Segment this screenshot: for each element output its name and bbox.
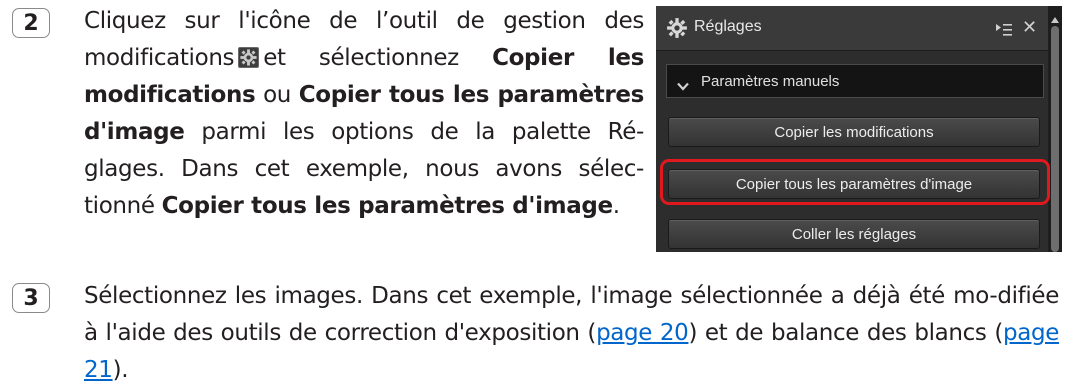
settings-dropdown[interactable]: Paramètres manuels bbox=[666, 64, 1044, 98]
panel-menu-icon[interactable] bbox=[996, 21, 1012, 40]
step-2-badge: 2 bbox=[12, 8, 50, 38]
copy-modifications-button[interactable]: Copier les modifications bbox=[668, 117, 1040, 147]
edit-manager-gear-icon bbox=[238, 47, 260, 68]
step-3-text-3: ). bbox=[112, 357, 129, 383]
palette-scrollbar[interactable] bbox=[1048, 6, 1062, 252]
page-20-link[interactable]: page 20 bbox=[596, 320, 689, 346]
copy-all-parameters-term-2: Copier tous les paramètres d'image bbox=[161, 193, 613, 219]
adjustments-palette: Réglages ✕ Paramètres manuels Copier les… bbox=[656, 6, 1062, 252]
step-3-instructions: Sélectionnez les images. Dans cet exempl… bbox=[84, 278, 1059, 389]
step-3-badge: 3 bbox=[12, 283, 50, 313]
step-3-text-2: ) et de balance des blancs ( bbox=[688, 320, 1003, 346]
chevron-down-icon bbox=[677, 76, 689, 95]
step-2-text-after-icon: et sélectionnez bbox=[263, 45, 459, 71]
step-2-end: . bbox=[612, 193, 620, 219]
gear-icon[interactable] bbox=[666, 17, 688, 43]
dropdown-label: Paramètres manuels bbox=[701, 73, 840, 90]
step-2-number: 2 bbox=[23, 10, 39, 36]
close-icon[interactable]: ✕ bbox=[1022, 19, 1037, 37]
step-2-or: ou bbox=[263, 82, 292, 108]
paste-settings-button[interactable]: Coller les réglages bbox=[668, 219, 1040, 249]
step-3-number: 3 bbox=[23, 285, 39, 311]
selection-highlight bbox=[660, 159, 1050, 205]
palette-title: Réglages bbox=[694, 18, 762, 35]
step-2-instructions: Cliquez sur l'icône de l’outil de gestio… bbox=[84, 3, 644, 225]
scrollbar-thumb[interactable] bbox=[1051, 26, 1059, 252]
palette-header: Réglages ✕ bbox=[656, 6, 1048, 51]
